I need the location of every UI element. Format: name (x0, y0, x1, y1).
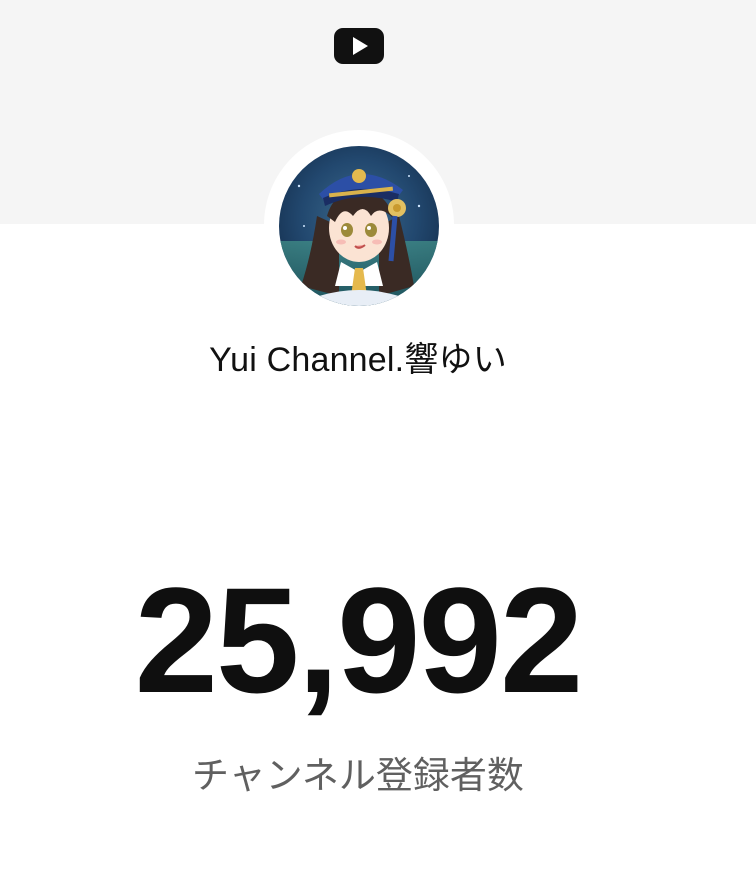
subscriber-count: 25,992 (134, 556, 584, 724)
channel-name[interactable]: Yui Channel.響ゆい (0, 332, 716, 381)
channel-avatar[interactable] (279, 146, 439, 306)
subscriber-label: チャンネル登録者数 (192, 755, 524, 796)
youtube-play-icon (334, 28, 384, 64)
avatar-illustration (279, 146, 439, 306)
